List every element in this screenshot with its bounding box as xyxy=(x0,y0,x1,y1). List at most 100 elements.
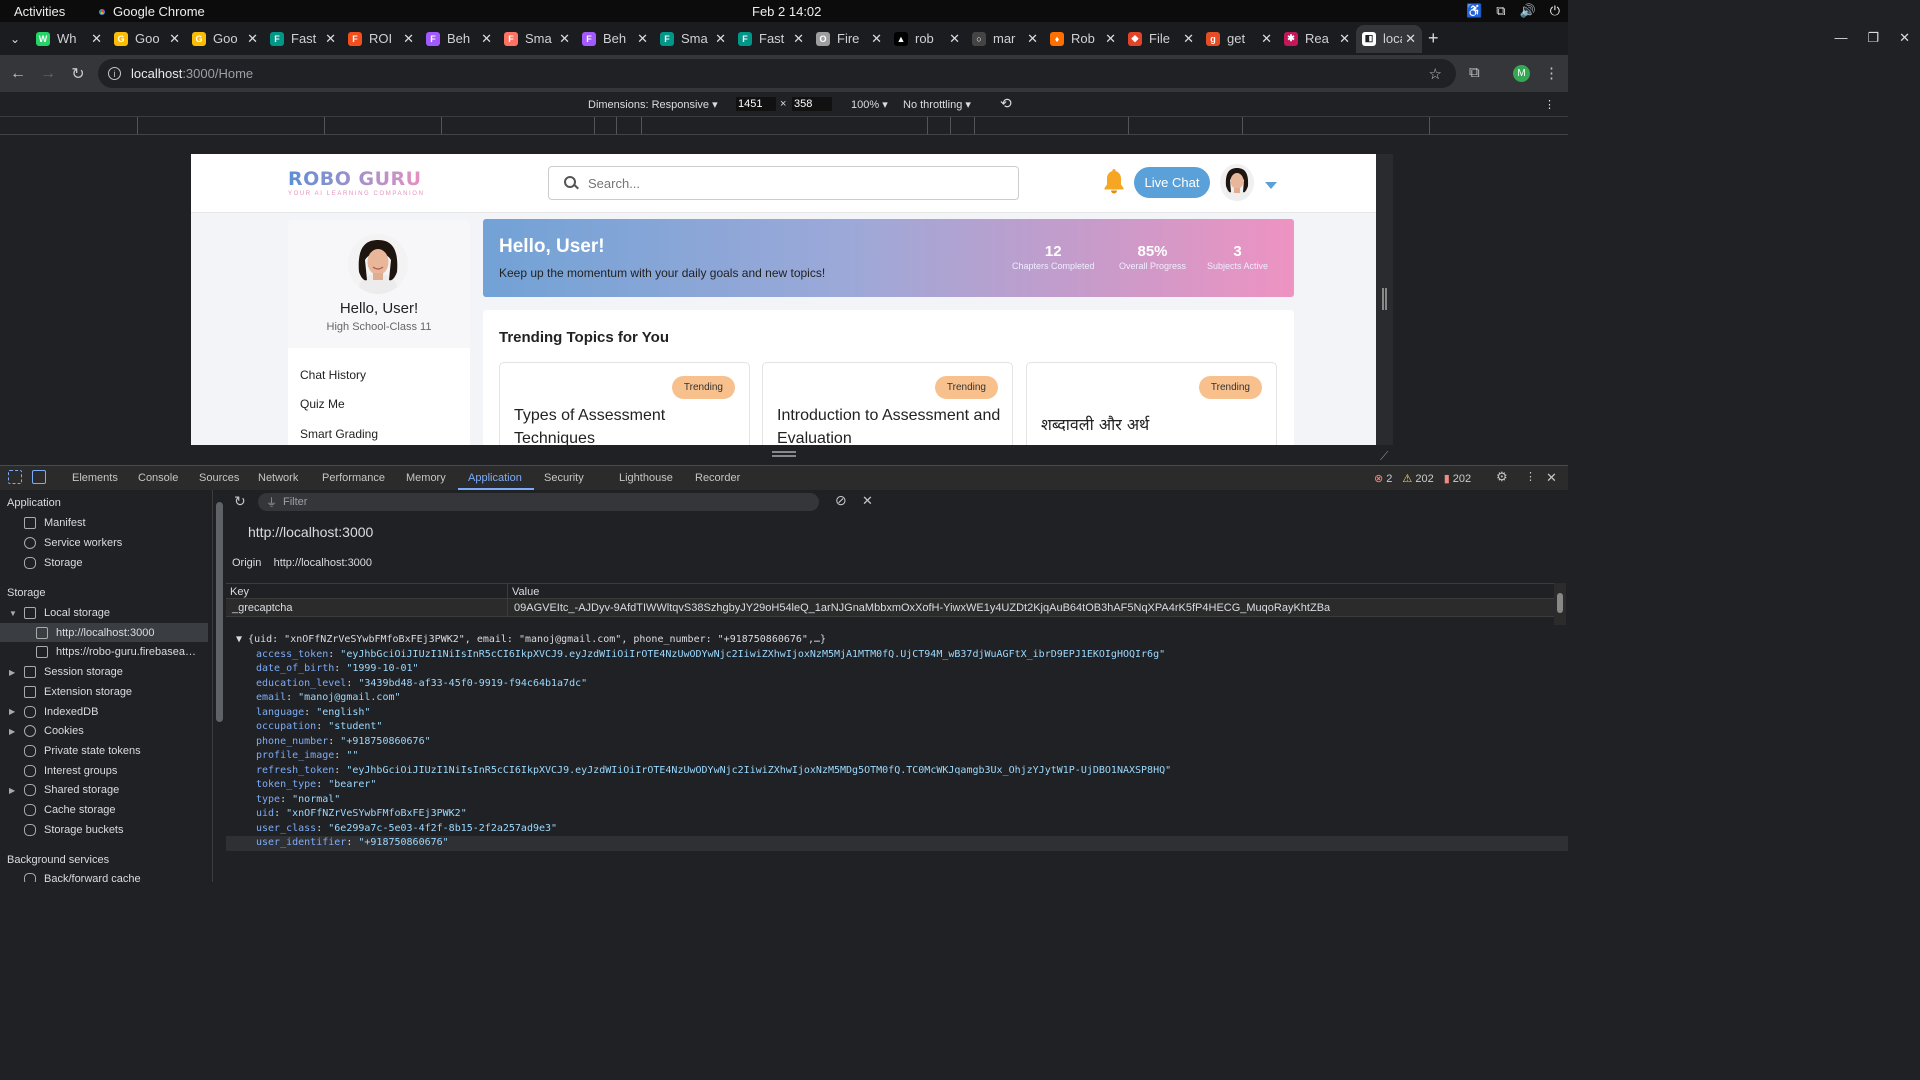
dimensions-select[interactable]: Dimensions: Responsive ▾ xyxy=(588,98,718,111)
rotate-icon[interactable]: ⟲ xyxy=(1000,95,1012,112)
json-field[interactable]: type: "normal" xyxy=(226,793,1568,808)
sidebar-item-cache-storage[interactable]: Cache storage xyxy=(24,804,116,816)
sidebar-item-shared-storage[interactable]: Shared storage xyxy=(24,784,119,796)
settings-gear-icon[interactable]: ⚙ xyxy=(1496,469,1508,485)
sidebar-item-storage[interactable]: Storage xyxy=(24,557,83,569)
tab-elements[interactable]: Elements xyxy=(72,472,118,484)
browser-tab[interactable]: ◆ File ✕ xyxy=(1122,25,1200,53)
tab-network[interactable]: Network xyxy=(258,472,298,484)
browser-tab[interactable]: F ROI ✕ xyxy=(342,25,420,53)
corner-resize-handle[interactable]: ⟋ xyxy=(1380,449,1388,464)
forward-icon[interactable]: → xyxy=(33,65,63,83)
sidebar-item-firebase[interactable]: https://robo-guru.firebasea… xyxy=(36,646,196,658)
close-tab-icon[interactable]: ✕ xyxy=(169,31,180,47)
close-tab-icon[interactable]: ✕ xyxy=(793,31,804,47)
browser-tab[interactable]: ✱ Rea ✕ xyxy=(1278,25,1356,53)
network-icon[interactable]: ⧉ xyxy=(1496,3,1505,19)
browser-tab[interactable]: O Fire ✕ xyxy=(810,25,888,53)
browser-tab[interactable]: W Wh ✕ xyxy=(30,25,108,53)
json-field[interactable]: refresh_token: "eyJhbGciOiJIUzI1NiIsInR5… xyxy=(226,764,1568,779)
reload-icon[interactable]: ↻ xyxy=(63,64,93,84)
sidebar-item-indexeddb[interactable]: IndexedDB xyxy=(24,706,98,718)
table-row[interactable]: _grecaptcha 09AGVEItc_-AJDyv-9AfdTIWWltq… xyxy=(226,599,1556,617)
throttling-select[interactable]: No throttling ▾ xyxy=(903,98,971,111)
sidebar-item-cookies[interactable]: Cookies xyxy=(24,725,84,737)
sidebar-item-manifest[interactable]: Manifest xyxy=(24,517,86,529)
menu-item-chat-history[interactable]: Chat History xyxy=(288,360,470,390)
sidebar-item-session-storage[interactable]: Session storage xyxy=(24,666,123,678)
delete-selected-icon[interactable]: ✕ xyxy=(862,493,873,509)
site-info-icon[interactable]: i xyxy=(108,67,121,80)
tab-memory[interactable]: Memory xyxy=(406,472,446,484)
app-menu[interactable]: Google Chrome xyxy=(96,4,205,19)
address-bar[interactable]: i localhost:3000/Home ☆ xyxy=(98,59,1456,88)
viewport-width-input[interactable] xyxy=(736,97,776,111)
column-header-value[interactable]: Value xyxy=(508,584,1548,598)
new-tab-button[interactable]: + xyxy=(1428,28,1452,49)
close-tab-icon[interactable]: ✕ xyxy=(403,31,414,47)
json-field[interactable]: uid: "xnOFfNZrVeSYwbFMfoBxFEj3PWK2" xyxy=(226,807,1568,822)
zoom-select[interactable]: 100% ▾ xyxy=(851,98,888,111)
refresh-icon[interactable]: ↻ xyxy=(234,493,246,510)
tab-application[interactable]: Application xyxy=(468,472,522,484)
volume-icon[interactable]: 🔊 xyxy=(1520,3,1536,19)
expand-local-storage-icon[interactable]: ▼ xyxy=(9,609,17,618)
bell-icon[interactable] xyxy=(1102,167,1126,195)
system-tray[interactable]: ♿ ⧉ 🔊 ⏻ xyxy=(1466,3,1560,19)
browser-tab[interactable]: G Goo ✕ xyxy=(108,25,186,53)
live-chat-button[interactable]: Live Chat xyxy=(1134,167,1210,198)
topic-card[interactable]: Trending शब्दावली और अर्थ xyxy=(1026,362,1277,445)
close-devtools-icon[interactable]: ✕ xyxy=(1546,470,1557,486)
expand-icon[interactable]: ▶ xyxy=(9,786,15,795)
browser-tab[interactable]: ♦ Rob ✕ xyxy=(1044,25,1122,53)
clock[interactable]: Feb 2 14:02 xyxy=(752,4,821,19)
minimize-icon[interactable]: — xyxy=(1834,30,1847,46)
close-tab-icon[interactable]: ✕ xyxy=(325,31,336,47)
json-field[interactable]: token_type: "bearer" xyxy=(226,778,1568,793)
clear-all-icon[interactable]: ⊘ xyxy=(835,492,847,509)
tab-console[interactable]: Console xyxy=(138,472,178,484)
right-resize-handle[interactable] xyxy=(1382,288,1387,310)
topic-card[interactable]: Trending Introduction to Assessment and E… xyxy=(762,362,1013,445)
json-field[interactable]: user_class: "6e299a7c-5e03-4f2f-8b15-2f2… xyxy=(226,822,1568,837)
browser-tab[interactable]: F Sma ✕ xyxy=(654,25,732,53)
close-tab-icon[interactable]: ✕ xyxy=(949,31,960,47)
json-field[interactable]: education_level: "3439bd48-af33-45f0-991… xyxy=(226,677,1568,692)
json-field[interactable]: access_token: "eyJhbGciOiJIUzI1NiIsInR5c… xyxy=(226,648,1568,663)
devtools-menu-icon[interactable]: ⋮ xyxy=(1525,470,1536,483)
close-tab-icon[interactable]: ✕ xyxy=(637,31,648,47)
browser-tab[interactable]: F Fast ✕ xyxy=(264,25,342,53)
json-field[interactable]: language: "english" xyxy=(226,706,1568,721)
chrome-menu-icon[interactable]: ⋮ xyxy=(1544,64,1559,82)
sidebar-item-interest-groups[interactable]: Interest groups xyxy=(24,765,117,777)
browser-tab[interactable]: F Sma ✕ xyxy=(498,25,576,53)
maximize-icon[interactable]: ❐ xyxy=(1867,30,1879,46)
close-tab-icon[interactable]: ✕ xyxy=(91,31,102,47)
back-icon[interactable]: ← xyxy=(3,65,33,83)
activities-button[interactable]: Activities xyxy=(14,4,65,19)
tab-search-icon[interactable]: ⌄ xyxy=(0,32,30,46)
close-tab-icon[interactable]: ✕ xyxy=(715,31,726,47)
browser-tab[interactable]: ◧ loca✕ xyxy=(1356,24,1422,53)
json-field[interactable]: phone_number: "+918750860676" xyxy=(226,735,1568,750)
device-toggle-icon[interactable] xyxy=(32,470,46,484)
json-field[interactable]: email: "manoj@gmail.com" xyxy=(226,691,1568,706)
table-scrollbar[interactable] xyxy=(1554,583,1566,625)
tab-performance[interactable]: Performance xyxy=(322,472,385,484)
json-field[interactable]: occupation: "student" xyxy=(226,720,1568,735)
json-field[interactable]: date_of_birth: "1999-10-01" xyxy=(226,662,1568,677)
browser-tab[interactable]: G Goo ✕ xyxy=(186,25,264,53)
close-tab-icon[interactable]: ✕ xyxy=(1027,31,1038,47)
sidebar-item-storage-buckets[interactable]: Storage buckets xyxy=(24,824,124,836)
browser-tab[interactable]: F Beh ✕ xyxy=(576,25,654,53)
chevron-down-icon[interactable] xyxy=(1265,182,1277,189)
bottom-resize-handle[interactable] xyxy=(772,451,796,457)
sidebar-item-bfcache[interactable]: Back/forward cache xyxy=(24,873,141,882)
close-tab-icon[interactable]: ✕ xyxy=(1183,31,1194,47)
bookmark-star-icon[interactable]: ☆ xyxy=(1429,65,1442,83)
browser-tab[interactable]: ○ mar ✕ xyxy=(966,25,1044,53)
sidebar-item-extension-storage[interactable]: Extension storage xyxy=(24,686,132,698)
expand-icon[interactable]: ▶ xyxy=(9,707,15,716)
tab-sources[interactable]: Sources xyxy=(199,472,239,484)
logo[interactable]: ROBO GURU YOUR AI LEARNING COMPANION xyxy=(288,168,425,197)
